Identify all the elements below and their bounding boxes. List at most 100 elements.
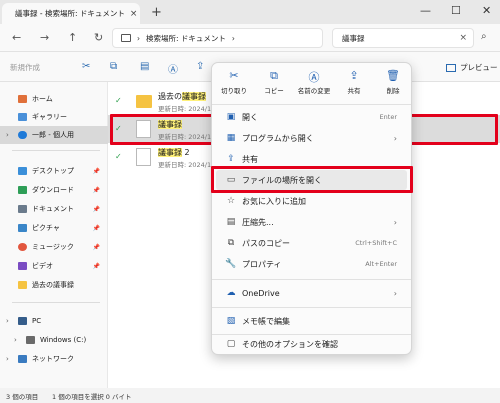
download-icon <box>18 186 27 194</box>
preview-button[interactable]: プレビュー <box>446 62 498 73</box>
address-bar[interactable]: › 検索場所: ドキュメント › <box>112 28 323 48</box>
back-button[interactable]: ← <box>12 31 21 44</box>
search-input[interactable]: 議事録 × <box>332 28 474 48</box>
menu-item-copy-path[interactable]: ⧉ パスのコピー Ctrl+Shift+C <box>216 233 407 253</box>
sidebar-item-home[interactable]: ホーム <box>0 90 108 108</box>
sidebar-item-documents[interactable]: ドキュメント 📌 <box>0 200 108 218</box>
open-icon: ▣ <box>226 112 236 122</box>
sidebar-item-gallery[interactable]: ギャラリー <box>0 108 108 126</box>
rename-button[interactable]: Ⓐ 名前の変更 <box>294 69 334 101</box>
chevron-right-icon[interactable]: › <box>6 131 9 139</box>
tab-title: 議事録 - 検索場所: ドキュメント <box>15 9 125 18</box>
refresh-button[interactable]: ↻ <box>94 31 103 44</box>
preview-pane-icon <box>446 63 456 72</box>
minimize-button[interactable]: — <box>420 4 431 17</box>
chevron-right-icon: › <box>393 288 397 298</box>
network-icon <box>18 355 27 363</box>
sidebar-item-network[interactable]: › ネットワーク <box>0 350 108 368</box>
sidebar-divider <box>12 302 100 303</box>
menu-item-more-options[interactable]: ▢ その他のオプションを確認 <box>216 334 407 354</box>
search-icon[interactable]: ⌕ <box>481 31 487 42</box>
sidebar-item-label: ピクチャ <box>32 224 60 232</box>
pin-icon: 📌 <box>92 224 100 232</box>
copy-button[interactable]: ⧉ コピー <box>254 69 294 101</box>
chevron-right-icon: › <box>231 33 235 43</box>
sidebar-item-label: ダウンロード <box>32 186 74 194</box>
share-icon: ⇪ <box>349 69 359 82</box>
cloud-icon: ☁ <box>226 288 236 298</box>
forward-button[interactable]: → <box>40 31 49 44</box>
clear-search-icon[interactable]: × <box>459 33 467 43</box>
menu-item-compress[interactable]: ▤ 圧縮先... › <box>216 212 407 232</box>
file-modified: 更新日時: 2024/1( <box>158 161 214 169</box>
sidebar-item-pc[interactable]: › PC <box>0 312 108 330</box>
pin-icon: 📌 <box>92 186 100 194</box>
menu-item-edit-notepad[interactable]: ▧ メモ帳で編集 <box>216 311 407 331</box>
sidebar-item-pictures[interactable]: ピクチャ 📌 <box>0 219 108 237</box>
sidebar-item-windows-c[interactable]: › Windows (C:) <box>0 331 108 349</box>
share-button[interactable]: ⇪ 共有 <box>334 69 374 101</box>
close-button[interactable]: ✕ <box>482 4 491 17</box>
share-icon: ⇪ <box>227 154 235 164</box>
sidebar-item-desktop[interactable]: デスクトップ 📌 <box>0 162 108 180</box>
menu-item-onedrive[interactable]: ☁ OneDrive › <box>216 283 407 303</box>
sidebar-item-label: デスクトップ <box>32 167 74 175</box>
picture-icon <box>18 224 27 232</box>
chevron-right-icon: › <box>393 217 397 227</box>
sync-status-icon: ✓ <box>115 96 122 105</box>
chevron-right-icon[interactable]: › <box>6 317 9 325</box>
notepad-icon: ▧ <box>226 316 236 326</box>
chevron-right-icon[interactable]: › <box>14 336 17 344</box>
video-icon <box>18 262 27 270</box>
title-bar: 議事録 - 検索場所: ドキュメント × + — ☐ ✕ <box>0 0 500 24</box>
sidebar-item-past-minutes[interactable]: 過去の議事録 <box>0 276 108 294</box>
file-name: 議事録 2 <box>158 148 190 157</box>
more-options-icon: ▢ <box>226 339 236 349</box>
apps-icon: ▦ <box>226 133 236 143</box>
menu-divider <box>212 279 411 280</box>
delete-button[interactable]: 🗑 削除 <box>373 69 413 101</box>
chevron-right-icon[interactable]: › <box>6 355 9 363</box>
copy-icon[interactable]: ⧉ <box>110 61 117 72</box>
shortcut-label: Ctrl+Shift+C <box>355 239 397 247</box>
new-tab-button[interactable]: + <box>151 5 162 20</box>
menu-item-open[interactable]: ▣ 開く Enter <box>216 107 407 127</box>
maximize-button[interactable]: ☐ <box>451 4 461 17</box>
sidebar-item-label: Windows (C:) <box>40 336 87 344</box>
sidebar-item-downloads[interactable]: ダウンロード 📌 <box>0 181 108 199</box>
up-button[interactable]: ↑ <box>68 31 77 44</box>
chevron-right-icon: › <box>393 133 397 143</box>
sidebar-item-label: ギャラリー <box>32 113 67 121</box>
sidebar-item-onedrive-personal[interactable]: › 一郎 - 個人用 <box>0 126 108 144</box>
tab-active[interactable]: 議事録 - 検索場所: ドキュメント × <box>2 3 140 24</box>
sidebar-item-videos[interactable]: ビデオ 📌 <box>0 257 108 275</box>
cut-button[interactable]: ✂ 切り取り <box>214 69 254 101</box>
sidebar-item-label: ネットワーク <box>32 355 74 363</box>
monitor-icon <box>121 34 131 42</box>
menu-item-open-with[interactable]: ▦ プログラムから開く › <box>216 128 407 148</box>
shortcut-label: Enter <box>379 113 397 121</box>
copy-path-icon: ⧉ <box>227 238 235 248</box>
wrench-icon: 🔧 <box>225 259 237 269</box>
cut-icon[interactable]: ✂ <box>82 61 90 72</box>
file-modified: 更新日時: 2024/1( <box>158 105 214 113</box>
menu-item-properties[interactable]: 🔧 プロパティ Alt+Enter <box>216 254 407 274</box>
share-icon[interactable]: ⇪ <box>196 61 204 72</box>
folder-icon <box>18 281 27 289</box>
cut-icon: ✂ <box>229 69 239 82</box>
sidebar-item-label: ホーム <box>32 95 53 103</box>
rename-icon[interactable]: Ⓐ <box>168 61 178 76</box>
new-button[interactable]: 新規作成 <box>10 62 40 73</box>
menu-item-add-favorite[interactable]: ☆ お気に入りに追加 <box>216 191 407 211</box>
sidebar-divider <box>12 150 100 151</box>
tab-close-icon[interactable]: × <box>130 9 138 19</box>
home-icon <box>18 95 27 103</box>
cloud-icon <box>18 131 27 139</box>
breadcrumb-separator: › <box>137 33 140 43</box>
sidebar-item-music[interactable]: ミュージック 📌 <box>0 238 108 256</box>
menu-divider <box>212 307 411 308</box>
sidebar-item-label: 一郎 - 個人用 <box>32 131 74 139</box>
shortcut-label: Alt+Enter <box>365 260 397 268</box>
gallery-icon <box>18 113 27 121</box>
paste-icon[interactable]: ▤ <box>140 61 149 72</box>
